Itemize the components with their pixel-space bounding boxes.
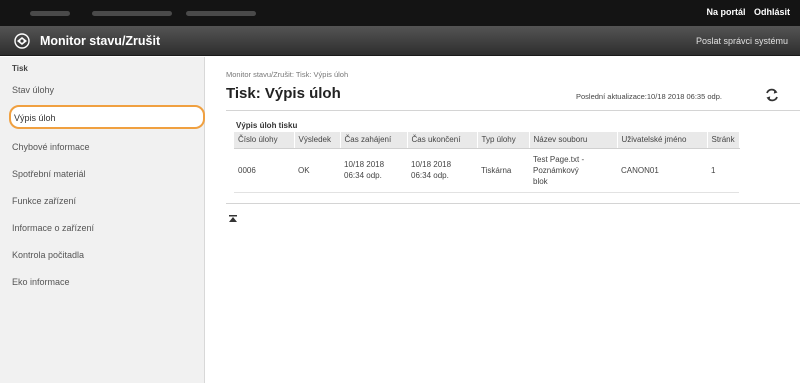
column-header: Číslo úlohy: [234, 132, 295, 149]
page-count: 1: [707, 148, 740, 193]
start-date: 10/18 2018: [344, 160, 385, 169]
column-header: Typ úlohy: [477, 132, 530, 149]
file-name-line: Poznámkový: [533, 165, 579, 175]
sidebar-item-error-info[interactable]: Chybové informace: [12, 138, 90, 156]
blurred-text: [92, 11, 172, 16]
column-header: Uživatelské jméno: [617, 132, 708, 149]
sidebar-item-counter-check[interactable]: Kontrola počitadla: [12, 246, 84, 264]
top-bar: Na portál Odhlásit: [0, 0, 800, 26]
sidebar-item-device-info[interactable]: Informace o zařízení: [12, 219, 94, 237]
main-content: Monitor stavu/Zrušit: Tisk: Výpis úloh T…: [206, 57, 800, 383]
logo-icon: [14, 33, 30, 49]
end-time: 06:34 odp.: [411, 171, 449, 180]
divider: [226, 203, 800, 204]
start-time-cell: 10/18 2018 06:34 odp.: [340, 148, 407, 193]
refresh-icon[interactable]: [764, 87, 780, 103]
end-time-cell: 10/18 2018 06:34 odp.: [407, 148, 477, 193]
last-update-text: Poslední aktualizace:10/18 2018 06:35 od…: [576, 92, 722, 101]
column-header: Čas ukončení: [407, 132, 478, 149]
scroll-to-top-icon[interactable]: [228, 214, 238, 224]
sidebar: Tisk Stav úlohy Výpis úloh Chybové infor…: [0, 57, 205, 383]
file-name-line: blok: [533, 176, 548, 186]
blurred-text: [186, 11, 256, 16]
user-name: CANON01: [617, 148, 707, 193]
sidebar-item-consumables[interactable]: Spotřební materiál: [12, 165, 86, 183]
column-header: Výsledek: [294, 132, 341, 149]
job-number: 0006: [234, 148, 294, 193]
table-title: Výpis úloh tisku: [236, 121, 298, 130]
table-row: 0006 OK 10/18 2018 06:34 odp. 10/18 2018…: [234, 148, 740, 193]
table-header-row: Číslo úlohy Výsledek Čas zahájení Čas uk…: [234, 132, 740, 149]
sidebar-item-job-log[interactable]: Výpis úloh: [9, 105, 205, 129]
end-date: 10/18 2018: [411, 160, 452, 169]
sidebar-item-device-features[interactable]: Funkce zařízení: [12, 192, 76, 210]
column-header: Stránk: [707, 132, 740, 149]
file-name-cell: Test Page.txt - Poznámkový blok: [529, 148, 617, 193]
top-links: Na portál Odhlásit: [700, 7, 790, 17]
app-title: Monitor stavu/Zrušit: [40, 34, 161, 48]
logout-link[interactable]: Odhlásit: [754, 7, 790, 17]
blurred-text: [30, 11, 70, 16]
column-header: Název souboru: [529, 132, 618, 149]
divider: [226, 110, 800, 111]
start-time: 06:34 odp.: [344, 171, 382, 180]
job-result: OK: [294, 148, 340, 193]
sidebar-item-job-status[interactable]: Stav úlohy: [12, 81, 54, 99]
job-type: Tiskárna: [477, 148, 529, 193]
column-header: Čas zahájení: [340, 132, 408, 149]
sidebar-section-title: Tisk: [12, 64, 28, 73]
breadcrumb: Monitor stavu/Zrušit: Tisk: Výpis úloh: [226, 70, 349, 79]
sidebar-item-eco-info[interactable]: Eko informace: [12, 273, 70, 291]
job-log-table: Číslo úlohy Výsledek Čas zahájení Čas uk…: [234, 132, 740, 193]
file-name-line: Test Page.txt -: [533, 154, 585, 164]
send-mail-link[interactable]: Poslat správci systému: [696, 36, 788, 46]
title-bar: Monitor stavu/Zrušit Poslat správci syst…: [0, 26, 800, 56]
page-title: Tisk: Výpis úloh: [226, 85, 341, 102]
portal-link[interactable]: Na portál: [706, 7, 745, 17]
